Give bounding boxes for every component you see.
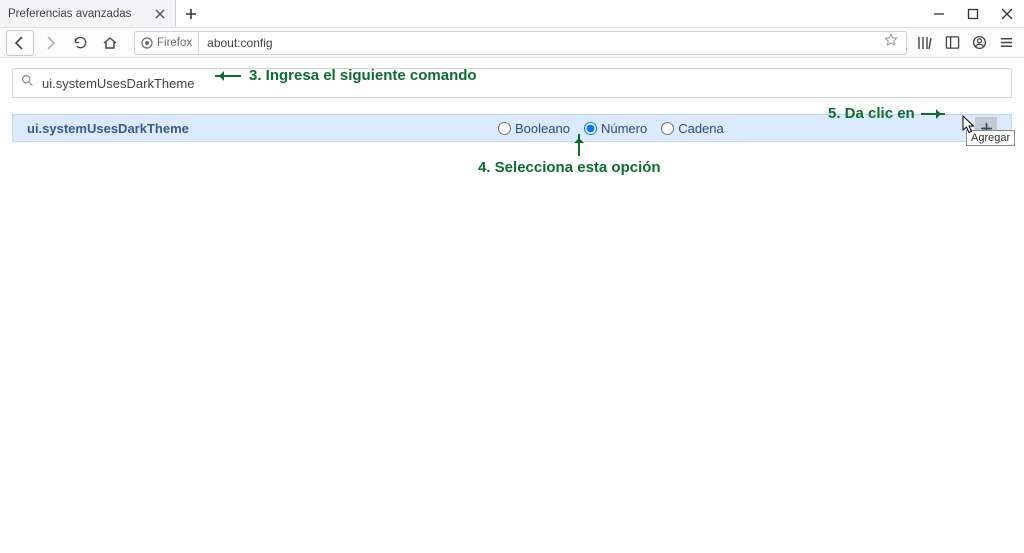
reload-button[interactable] [66, 30, 94, 56]
radio-number-input[interactable] [584, 122, 597, 135]
maximize-icon[interactable] [966, 7, 980, 21]
window-controls [932, 0, 1024, 27]
annotation-step4-text: 4. Selecciona esta opción [478, 159, 661, 176]
minimize-icon[interactable] [932, 7, 946, 21]
home-button[interactable] [96, 30, 124, 56]
library-icon[interactable] [917, 35, 933, 51]
radio-boolean-label: Booleano [515, 121, 570, 136]
radio-boolean-input[interactable] [498, 122, 511, 135]
pref-search-input[interactable] [42, 76, 1011, 91]
url-input[interactable] [199, 36, 876, 50]
pref-search-box[interactable] [12, 68, 1012, 98]
browser-tab[interactable]: Preferencias avanzadas [0, 0, 176, 27]
close-tab-icon[interactable] [153, 7, 167, 21]
add-tooltip: Agregar [966, 130, 1015, 146]
sidebar-icon[interactable] [945, 35, 960, 50]
search-icon [13, 74, 42, 92]
close-window-icon[interactable] [1000, 7, 1014, 21]
annotation-step3: 3. Ingresa el siguiente comando [215, 67, 477, 84]
tab-title: Preferencias avanzadas [8, 8, 131, 20]
radio-number[interactable]: Número [584, 121, 647, 136]
radio-string-label: Cadena [678, 121, 724, 136]
new-tab-button[interactable] [176, 0, 206, 27]
title-bar: Preferencias avanzadas [0, 0, 1024, 28]
identity-label: Firefox [157, 37, 192, 49]
radio-string[interactable]: Cadena [661, 121, 724, 136]
pref-name: ui.systemUsesDarkTheme [27, 121, 189, 136]
menu-icon[interactable] [999, 35, 1014, 50]
annotation-step5-text: 5. Da clic en [828, 105, 915, 122]
url-bar[interactable]: Firefox [134, 31, 907, 55]
account-icon[interactable] [972, 35, 987, 50]
arrow-left-icon [215, 75, 241, 77]
radio-boolean[interactable]: Booleano [498, 121, 570, 136]
annotation-step3-text: 3. Ingresa el siguiente comando [249, 67, 477, 84]
forward-button[interactable] [36, 30, 64, 56]
arrow-right-icon [921, 113, 945, 115]
back-button[interactable] [6, 30, 34, 56]
toolbar-right [917, 35, 1018, 51]
arrow-up-icon [578, 134, 580, 156]
type-radio-group: Booleano Número Cadena [498, 121, 724, 136]
nav-toolbar: Firefox [0, 28, 1024, 58]
annotation-step4: 4. Selecciona esta opción [478, 159, 661, 176]
radio-number-label: Número [601, 121, 647, 136]
radio-string-input[interactable] [661, 122, 674, 135]
bookmark-star-icon[interactable] [876, 33, 906, 52]
identity-box[interactable]: Firefox [135, 32, 199, 54]
annotation-step5: 5. Da clic en [828, 105, 945, 122]
